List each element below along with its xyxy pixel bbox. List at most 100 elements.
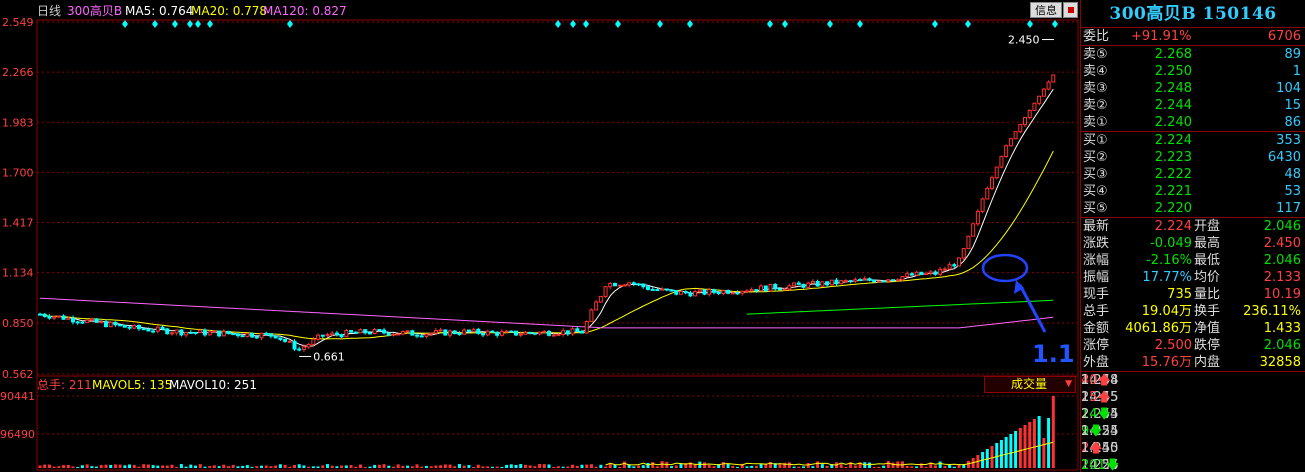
volume-bar[interactable] [882, 465, 886, 468]
candle-body[interactable] [688, 292, 693, 297]
volume-bar[interactable] [377, 464, 381, 468]
candle-body[interactable] [499, 331, 504, 336]
volume-bar[interactable] [373, 464, 377, 468]
volume-bar[interactable] [1018, 428, 1022, 468]
volume-bar[interactable] [811, 466, 815, 468]
candle-body[interactable] [645, 286, 650, 290]
volume-bar[interactable] [429, 466, 433, 468]
candle-body[interactable] [311, 338, 316, 345]
volume-bar[interactable] [85, 464, 89, 468]
candle-body[interactable] [678, 290, 683, 295]
candle-body[interactable] [806, 282, 811, 288]
volume-bar[interactable] [457, 464, 461, 468]
candle-body[interactable] [70, 317, 75, 323]
volume-bar[interactable] [113, 464, 117, 468]
volume-bar[interactable] [349, 465, 353, 468]
candle-body[interactable] [85, 319, 90, 323]
volume-bar[interactable] [194, 465, 198, 468]
volume-bar[interactable] [910, 466, 914, 468]
volume-bar[interactable] [156, 465, 160, 468]
volume-bar[interactable] [387, 465, 391, 468]
volume-bar[interactable] [632, 466, 636, 468]
candle-body[interactable] [273, 335, 278, 339]
candle-body[interactable] [693, 291, 698, 297]
candle-body[interactable] [622, 284, 627, 287]
volume-bar[interactable] [490, 466, 494, 468]
volume-bar[interactable] [396, 464, 400, 468]
volume-bar[interactable] [933, 465, 937, 468]
candle-body[interactable] [787, 285, 792, 290]
volume-bar[interactable] [245, 465, 249, 468]
candle-body[interactable] [1041, 88, 1046, 97]
volume-bar[interactable] [1004, 437, 1008, 468]
candle-body[interactable] [579, 330, 584, 334]
candle-body[interactable] [985, 187, 990, 200]
candle-body[interactable] [603, 286, 608, 297]
candle-body[interactable] [165, 328, 170, 335]
volume-bar[interactable] [203, 466, 207, 468]
volume-bar[interactable] [90, 466, 94, 468]
candle-body[interactable] [537, 331, 542, 335]
candle-body[interactable] [301, 346, 306, 351]
candle-body[interactable] [292, 340, 297, 350]
candle-body[interactable] [994, 166, 999, 179]
volume-bar[interactable] [288, 466, 292, 468]
candle-body[interactable] [1018, 124, 1023, 133]
volume-bar[interactable] [745, 466, 749, 468]
candle-body[interactable] [363, 329, 368, 334]
candle-body[interactable] [485, 330, 490, 336]
volume-bar[interactable] [462, 465, 466, 468]
candle-body[interactable] [202, 329, 207, 336]
candle-body[interactable] [287, 340, 292, 343]
candle-body[interactable] [655, 289, 660, 292]
candle-body[interactable] [608, 282, 613, 288]
candle-body[interactable] [136, 324, 141, 330]
candle-body[interactable] [250, 333, 255, 338]
candle-body[interactable] [542, 330, 547, 333]
volume-bar[interactable] [250, 466, 254, 468]
candle-body[interactable] [42, 313, 47, 317]
candle-body[interactable] [768, 283, 773, 292]
candle-body[interactable] [155, 326, 160, 332]
candle-body[interactable] [942, 268, 947, 271]
candle-body[interactable] [886, 279, 891, 282]
candle-body[interactable] [1037, 95, 1042, 104]
volume-bar[interactable] [538, 464, 542, 468]
candle-body[interactable] [174, 329, 179, 334]
volume-bar[interactable] [670, 466, 674, 468]
candle-body[interactable] [367, 332, 372, 335]
volume-bar[interactable] [161, 465, 165, 468]
candle-body[interactable] [707, 289, 712, 295]
volume-bar[interactable] [585, 464, 589, 468]
candle-body[interactable] [796, 282, 801, 285]
volume-bar[interactable] [599, 464, 603, 468]
volume-bar[interactable] [184, 466, 188, 468]
candle-body[interactable] [193, 331, 198, 334]
volume-bar[interactable] [552, 466, 556, 468]
candle-body[interactable] [509, 330, 514, 333]
candle-body[interactable] [198, 329, 203, 334]
volume-bar[interactable] [1028, 422, 1032, 468]
volume-bar[interactable] [915, 466, 919, 468]
candle-body[interactable] [1004, 145, 1009, 157]
volume-bar[interactable] [613, 464, 617, 468]
candle-body[interactable] [217, 330, 222, 337]
candle-body[interactable] [264, 332, 269, 335]
candle-body[interactable] [235, 333, 240, 337]
candle-body[interactable] [862, 278, 867, 281]
volume-bar[interactable] [787, 462, 791, 468]
candle-body[interactable] [38, 313, 42, 316]
volume-bar[interactable] [382, 464, 386, 468]
candle-body[interactable] [471, 328, 476, 332]
volume-bar[interactable] [514, 464, 518, 468]
candle-body[interactable] [669, 289, 674, 292]
volume-bar[interactable] [825, 465, 829, 468]
candle-body[interactable] [947, 264, 952, 270]
candle-body[interactable] [452, 330, 457, 335]
candle-body[interactable] [891, 279, 896, 282]
candle-body[interactable] [683, 290, 688, 294]
candle-body[interactable] [462, 329, 467, 335]
candle-body[interactable] [151, 330, 156, 333]
candle-body[interactable] [353, 331, 358, 334]
candle-body[interactable] [598, 295, 603, 303]
